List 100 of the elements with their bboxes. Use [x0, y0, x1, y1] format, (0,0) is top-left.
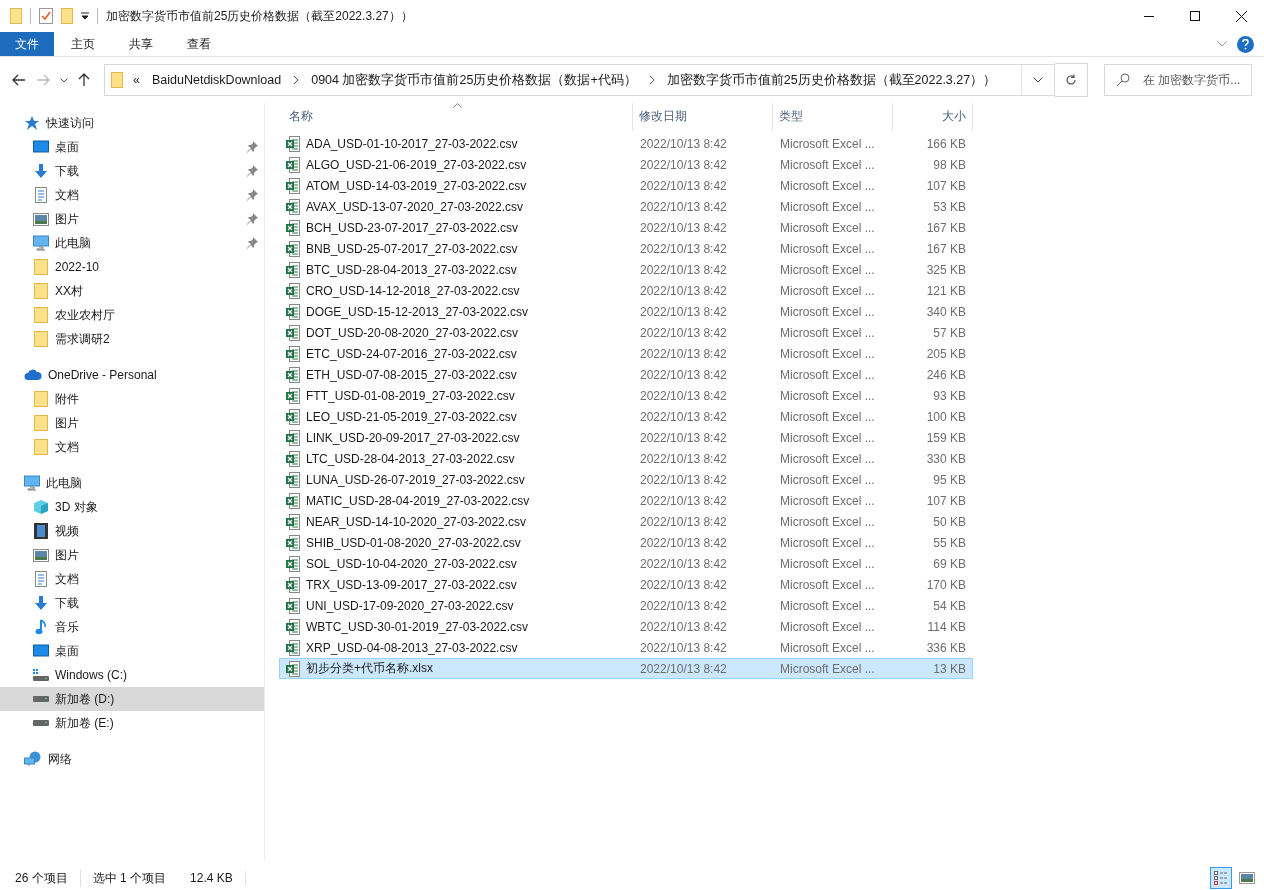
- file-type: Microsoft Excel ...: [779, 304, 876, 319]
- file-size: 53 KB: [932, 199, 967, 214]
- monitor-icon: [33, 235, 49, 251]
- spreadsheet-file-icon: [286, 534, 300, 551]
- spreadsheet-file-icon: [286, 597, 300, 614]
- refresh-button[interactable]: [1055, 63, 1088, 97]
- file-row[interactable]: FTT_USD-01-08-2019_27-03-2022.csv 2022/10/13 8:42 Microsoft Excel ... 93 KB: [279, 385, 973, 406]
- ribbon-tab[interactable]: 查看: [170, 32, 228, 56]
- file-row[interactable]: DOGE_USD-15-12-2013_27-03-2022.csv 2022/10/13 8:42 Microsoft Excel ... 340 KB: [279, 301, 973, 322]
- file-row[interactable]: LTC_USD-28-04-2013_27-03-2022.csv 2022/10/13 8:42 Microsoft Excel ... 330 KB: [279, 448, 973, 469]
- file-row[interactable]: CRO_USD-14-12-2018_27-03-2022.csv 2022/10/13 8:42 Microsoft Excel ... 121 KB: [279, 280, 973, 301]
- file-row[interactable]: WBTC_USD-30-01-2019_27-03-2022.csv 2022/10/13 8:42 Microsoft Excel ... 114 KB: [279, 616, 973, 637]
- sidebar-item[interactable]: 文档: [0, 435, 264, 459]
- file-name: ATOM_USD-14-03-2019_27-03-2022.csv: [306, 178, 527, 193]
- spreadsheet-file-icon: [286, 303, 300, 320]
- file-row[interactable]: 初步分类+代币名称.xlsx 2022/10/13 8:42 Microsoft Excel ... 13 KB: [279, 658, 973, 679]
- file-row[interactable]: TRX_USD-13-09-2017_27-03-2022.csv 2022/10/13 8:42 Microsoft Excel ... 170 KB: [279, 574, 973, 595]
- chevron-down-icon[interactable]: [60, 77, 68, 83]
- modified-date: 2022/10/13 8:42: [639, 409, 728, 424]
- file-row[interactable]: ETH_USD-07-08-2015_27-03-2022.csv 2022/10/13 8:42 Microsoft Excel ... 246 KB: [279, 364, 973, 385]
- breadcrumb-segment[interactable]: 0904 加密数字货币市值前25历史价格数据（数据+代码）: [311, 71, 637, 89]
- file-type: Microsoft Excel ...: [779, 661, 876, 676]
- sidebar-section[interactable]: OneDrive - Personal: [0, 363, 264, 387]
- file-row[interactable]: UNI_USD-17-09-2020_27-03-2022.csv 2022/10/13 8:42 Microsoft Excel ... 54 KB: [279, 595, 973, 616]
- sidebar-section[interactable]: 网络: [0, 747, 264, 771]
- file-row[interactable]: ATOM_USD-14-03-2019_27-03-2022.csv 2022/10/13 8:42 Microsoft Excel ... 107 KB: [279, 175, 973, 196]
- spreadsheet-file-icon: [286, 135, 300, 152]
- file-size: 246 KB: [925, 367, 967, 382]
- details-view-button[interactable]: [1210, 867, 1232, 889]
- file-name: BNB_USD-25-07-2017_27-03-2022.csv: [306, 241, 518, 256]
- up-arrow-icon[interactable]: [78, 73, 90, 87]
- sidebar-item[interactable]: 3D 对象: [0, 495, 264, 519]
- sidebar-item[interactable]: 下载: [0, 159, 264, 183]
- spreadsheet-file-icon: [286, 387, 300, 404]
- sidebar-item[interactable]: 文档: [0, 183, 264, 207]
- ribbon-tab[interactable]: 共享: [112, 32, 170, 56]
- sidebar-item[interactable]: 新加卷 (D:): [0, 687, 264, 711]
- checkmark-document-icon[interactable]: [39, 8, 53, 24]
- sidebar-item[interactable]: 图片: [0, 543, 264, 567]
- back-arrow-icon[interactable]: [12, 74, 26, 86]
- sidebar-item[interactable]: 2022-10: [0, 255, 264, 279]
- sidebar-section[interactable]: 此电脑: [0, 471, 264, 495]
- file-row[interactable]: MATIC_USD-28-04-2019_27-03-2022.csv 2022/10/13 8:42 Microsoft Excel ... 107 KB: [279, 490, 973, 511]
- sidebar-item[interactable]: XX村: [0, 279, 264, 303]
- breadcrumb-overflow[interactable]: «: [133, 73, 140, 87]
- breadcrumb-segment[interactable]: BaiduNetdiskDownload: [151, 73, 282, 87]
- file-row[interactable]: SHIB_USD-01-08-2020_27-03-2022.csv 2022/10/13 8:42 Microsoft Excel ... 55 KB: [279, 532, 973, 553]
- dropdown-icon[interactable]: [81, 12, 89, 20]
- sidebar-item[interactable]: 需求调研2: [0, 327, 264, 351]
- sidebar-item[interactable]: 图片: [0, 411, 264, 435]
- spreadsheet-file-icon: [286, 576, 300, 593]
- sidebar-item[interactable]: 桌面: [0, 135, 264, 159]
- file-row[interactable]: LUNA_USD-26-07-2019_27-03-2022.csv 2022/10/13 8:42 Microsoft Excel ... 95 KB: [279, 469, 973, 490]
- address-bar[interactable]: « BaiduNetdiskDownload 0904 加密数字货币市值前25历史价格数据（数据+代码） 加密数字货币市值前25历史价格数据（截至2022.3.27））: [104, 64, 1055, 96]
- column-header[interactable]: 名称: [283, 103, 633, 131]
- sidebar-item[interactable]: Windows (C:): [0, 663, 264, 687]
- file-row[interactable]: DOT_USD-20-08-2020_27-03-2022.csv 2022/10/13 8:42 Microsoft Excel ... 57 KB: [279, 322, 973, 343]
- file-row[interactable]: AVAX_USD-13-07-2020_27-03-2022.csv 2022/10/13 8:42 Microsoft Excel ... 53 KB: [279, 196, 973, 217]
- sidebar-item[interactable]: 下载: [0, 591, 264, 615]
- column-header[interactable]: 类型: [773, 103, 893, 131]
- column-header[interactable]: 修改日期: [633, 103, 773, 131]
- ribbon-tab[interactable]: 文件: [0, 32, 54, 56]
- sidebar-item[interactable]: 农业农村厅: [0, 303, 264, 327]
- close-icon: [1235, 10, 1247, 22]
- file-row[interactable]: ALGO_USD-21-06-2019_27-03-2022.csv 2022/10/13 8:42 Microsoft Excel ... 98 KB: [279, 154, 973, 175]
- file-row[interactable]: BCH_USD-23-07-2017_27-03-2022.csv 2022/10/13 8:42 Microsoft Excel ... 167 KB: [279, 217, 973, 238]
- sidebar-item[interactable]: 新加卷 (E:): [0, 711, 264, 735]
- monitor-icon: [24, 475, 40, 491]
- file-row[interactable]: LINK_USD-20-09-2017_27-03-2022.csv 2022/10/13 8:42 Microsoft Excel ... 159 KB: [279, 427, 973, 448]
- sidebar-item[interactable]: 附件: [0, 387, 264, 411]
- sidebar-section[interactable]: 快速访问: [0, 111, 264, 135]
- breadcrumb-segment[interactable]: 加密数字货币市值前25历史价格数据（截至2022.3.27））: [666, 71, 997, 89]
- file-row[interactable]: NEAR_USD-14-10-2020_27-03-2022.csv 2022/10/13 8:42 Microsoft Excel ... 50 KB: [279, 511, 973, 532]
- sidebar-item[interactable]: 图片: [0, 207, 264, 231]
- file-row[interactable]: XRP_USD-04-08-2013_27-03-2022.csv 2022/10/13 8:42 Microsoft Excel ... 336 KB: [279, 637, 973, 658]
- modified-date: 2022/10/13 8:42: [639, 451, 728, 466]
- modified-date: 2022/10/13 8:42: [639, 493, 728, 508]
- file-row[interactable]: LEO_USD-21-05-2019_27-03-2022.csv 2022/10/13 8:42 Microsoft Excel ... 100 KB: [279, 406, 973, 427]
- file-row[interactable]: BTC_USD-28-04-2013_27-03-2022.csv 2022/10/13 8:42 Microsoft Excel ... 325 KB: [279, 259, 973, 280]
- file-type: Microsoft Excel ...: [779, 157, 876, 172]
- spreadsheet-file-icon: [286, 555, 300, 572]
- ribbon-tab[interactable]: 主页: [54, 32, 112, 56]
- file-name: XRP_USD-04-08-2013_27-03-2022.csv: [306, 640, 518, 655]
- sidebar-item[interactable]: 音乐: [0, 615, 264, 639]
- file-name: DOGE_USD-15-12-2013_27-03-2022.csv: [306, 304, 529, 319]
- file-row[interactable]: ETC_USD-24-07-2016_27-03-2022.csv 2022/10/13 8:42 Microsoft Excel ... 205 KB: [279, 343, 973, 364]
- sidebar-item[interactable]: 文档: [0, 567, 264, 591]
- file-row[interactable]: ADA_USD-01-10-2017_27-03-2022.csv 2022/10/13 8:42 Microsoft Excel ... 166 KB: [279, 133, 973, 154]
- search-field[interactable]: 在 加密数字货币...: [1104, 64, 1252, 96]
- file-row[interactable]: BNB_USD-25-07-2017_27-03-2022.csv 2022/10/13 8:42 Microsoft Excel ... 167 KB: [279, 238, 973, 259]
- file-row[interactable]: SOL_USD-10-04-2020_27-03-2022.csv 2022/10/13 8:42 Microsoft Excel ... 69 KB: [279, 553, 973, 574]
- sidebar-item[interactable]: 视频: [0, 519, 264, 543]
- spreadsheet-file-icon: [286, 177, 300, 194]
- forward-arrow-icon[interactable]: [36, 74, 50, 86]
- column-header[interactable]: 大小: [893, 103, 973, 131]
- file-type: Microsoft Excel ...: [779, 220, 876, 235]
- sidebar-item[interactable]: 桌面: [0, 639, 264, 663]
- help-icon[interactable]: [1237, 35, 1254, 53]
- modified-date: 2022/10/13 8:42: [639, 220, 728, 235]
- sidebar-item[interactable]: 此电脑: [0, 231, 264, 255]
